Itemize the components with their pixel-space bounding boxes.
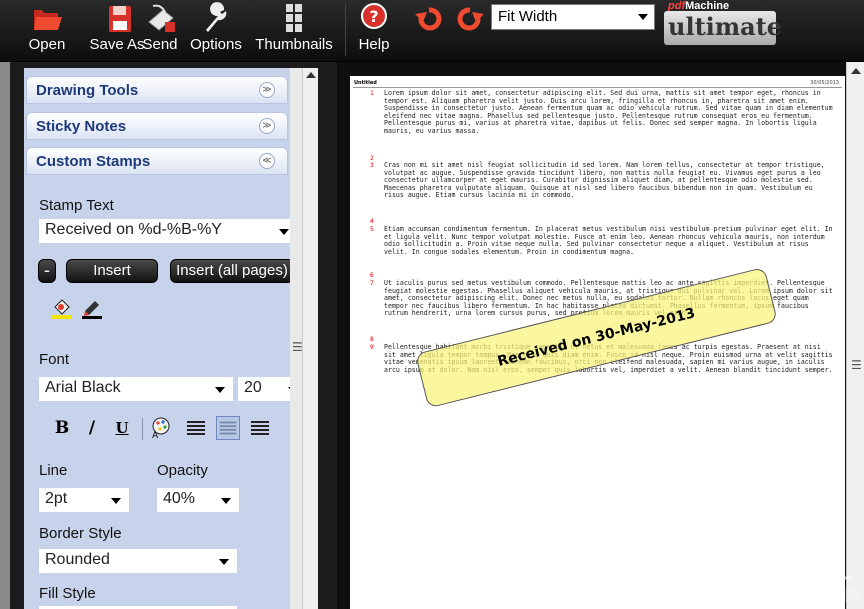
font-value: Arial Black (45, 379, 121, 396)
send-button[interactable]: Send (140, 0, 180, 60)
fill-style-label: Fill Style (39, 585, 96, 602)
line-number: 7 (370, 280, 374, 287)
thumbnails-icon (286, 4, 302, 32)
line-width-combo[interactable]: 2pt (39, 488, 129, 512)
fill-color-icon[interactable] (51, 297, 73, 319)
line-width-value: 2pt (45, 490, 68, 507)
line-number: 4 (370, 218, 374, 225)
line-label: Line (39, 462, 68, 479)
border-style-combo[interactable]: Rounded (39, 549, 237, 573)
help-label: Help (358, 36, 390, 53)
svg-text:?: ? (369, 7, 378, 26)
format-separator (142, 418, 143, 440)
line-number: 9 (370, 344, 374, 351)
align-center-icon[interactable] (216, 416, 240, 440)
insert-button[interactable]: Insert (66, 259, 158, 283)
main-toolbar: Open Save As Send Options Thumbnails ? H… (0, 0, 864, 62)
chevron-down-icon (215, 387, 225, 393)
stamp-text-value: Received on %d-%B-%Y (45, 221, 222, 238)
options-button[interactable]: Options (186, 0, 246, 60)
border-style-value: Rounded (45, 551, 110, 568)
zoom-value: Fit Width (498, 8, 558, 25)
opacity-value: 40% (163, 490, 196, 507)
opacity-combo[interactable]: 40% (157, 488, 239, 512)
open-button[interactable]: Open (24, 0, 70, 60)
chevron-down-icon (279, 229, 289, 235)
open-label: Open (28, 36, 66, 53)
chevron-down-icon (221, 498, 231, 504)
border-style-label: Border Style (39, 525, 122, 542)
thumbnails-button[interactable]: Thumbnails (254, 0, 334, 60)
header-rule (353, 87, 842, 88)
stamp-text-label: Stamp Text (39, 197, 114, 214)
left-edge-bar (0, 62, 10, 609)
align-left-icon[interactable] (184, 416, 208, 440)
line-number: 3 (370, 162, 374, 169)
font-size-combo[interactable]: 20 (238, 377, 290, 401)
custom-stamps-body: Stamp Text Received on %d-%B-%Y - Insert… (26, 175, 290, 609)
scroll-up-icon[interactable] (306, 72, 316, 78)
document-scrollbar[interactable]: ☰ (846, 62, 864, 609)
section-custom-stamps[interactable]: Custom Stamps ≪ (26, 147, 288, 175)
chevron-down-icon (111, 498, 121, 504)
rotate-right-icon[interactable] (454, 4, 486, 34)
tools-panel: Drawing Tools ≫ Sticky Notes ≫ Custom St… (24, 68, 290, 609)
font-label: Font (39, 351, 70, 368)
format-toolbar: B / U A (50, 416, 290, 442)
font-size-value: 20 (244, 379, 262, 396)
scroll-grip-icon: ☰ (851, 358, 862, 372)
zoom-dropdown[interactable]: Fit Width (491, 4, 655, 30)
font-color-palette-icon[interactable]: A (148, 416, 172, 440)
opacity-label: Opacity (157, 462, 208, 479)
italic-button[interactable]: / (80, 416, 104, 440)
line-number: 6 (370, 272, 374, 279)
line-number: 2 (370, 155, 374, 162)
doc-header-title: Untitled (354, 80, 377, 86)
stamp-text-combo[interactable]: Received on %d-%B-%Y (39, 219, 290, 243)
font-combo[interactable]: Arial Black (39, 377, 233, 401)
save-as-label: Save As (89, 36, 145, 53)
paragraph: Cras non mi sit amet nisl feugiat sollic… (384, 161, 825, 200)
logo-ultimate-text: ultimate (664, 11, 782, 45)
align-right-icon[interactable] (248, 416, 272, 440)
pdfmachine-logo: pdfMachine ultimate (664, 0, 864, 46)
section-title: Drawing Tools (36, 82, 139, 99)
site-watermark-logo (734, 542, 860, 602)
expand-icon[interactable]: ≫ (259, 82, 275, 98)
line-number: 8 (370, 336, 374, 343)
send-mail-icon (148, 4, 175, 32)
svg-text:A: A (152, 431, 159, 440)
line-color-icon[interactable] (81, 297, 103, 319)
collapse-icon[interactable]: ≪ (259, 153, 275, 169)
rotate-left-icon[interactable] (413, 4, 445, 34)
chevron-down-icon (219, 559, 229, 565)
remove-stamp-button[interactable]: - (38, 259, 56, 283)
panel-splitter[interactable]: ☰ (290, 68, 303, 609)
doc-header-date: 30/05/2013 (810, 80, 839, 86)
line-number: 5 (370, 226, 374, 233)
insert-all-pages-button[interactable]: Insert (all pages) (170, 259, 290, 283)
thumbnails-label: Thumbnails (255, 36, 333, 53)
section-title: Custom Stamps (36, 153, 151, 170)
section-sticky-notes[interactable]: Sticky Notes ≫ (26, 112, 288, 140)
scroll-up-icon[interactable] (851, 68, 861, 74)
line-number: 1 (370, 90, 374, 97)
bold-button[interactable]: B (50, 416, 74, 440)
help-button[interactable]: ? Help (356, 0, 392, 60)
section-drawing-tools[interactable]: Drawing Tools ≫ (26, 76, 288, 104)
options-label: Options (190, 36, 242, 53)
expand-icon[interactable]: ≫ (259, 118, 275, 134)
paragraph: Lorem ipsum dolor sit amet, consectetur … (384, 89, 833, 135)
underline-button[interactable]: U (110, 416, 134, 440)
paragraph: Etiam accumsan condimentum fermentum. In… (384, 225, 833, 256)
panel-scrollbar[interactable] (302, 68, 318, 609)
floppy-disk-icon (109, 6, 131, 32)
send-label: Send (142, 36, 178, 53)
open-folder-icon (34, 10, 62, 30)
wrench-icon (206, 2, 227, 32)
section-title: Sticky Notes (36, 118, 127, 135)
help-icon: ? (361, 3, 387, 29)
chevron-down-icon (638, 14, 648, 20)
toolbar-separator (345, 4, 346, 56)
